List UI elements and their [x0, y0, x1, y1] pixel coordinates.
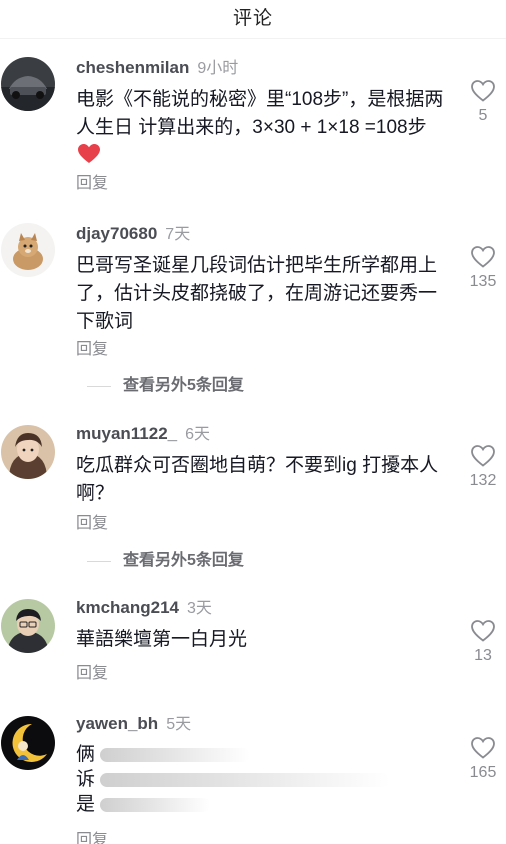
avatar[interactable]	[1, 599, 55, 653]
comment-item: kmchang214 3天 華語樂壇第一白月光 回复 13	[0, 597, 506, 687]
comment-item: cheshenmilan 9小时 电影《不能说的秘密》里“108步”，是根据两人生…	[0, 57, 506, 197]
comment-text-body: 巴哥写圣诞星几段词估计把毕生所学都用上了，估计头皮都挠破了，在周游记还要秀一下歌…	[76, 255, 438, 332]
comment-line: 俩	[76, 742, 446, 767]
avatar-car-image	[1, 57, 55, 111]
comment-text-body: 華語樂壇第一白月光	[76, 629, 248, 650]
comment-text-body: 吃瓜群众可否圈地自萌？不要到ig 打擾本人啊？	[76, 455, 439, 504]
blurred-text	[100, 772, 391, 787]
comment-time: 6天	[185, 426, 211, 443]
avatar[interactable]	[1, 57, 55, 111]
username[interactable]: yawen_bh	[76, 714, 158, 733]
page-title: 评论	[232, 8, 273, 29]
like-count: 135	[469, 273, 497, 290]
comment-item: yawen_bh 5天 俩 诉 是 回复 165	[0, 713, 506, 844]
view-more-replies-label[interactable]: 查看另外5条回复	[123, 375, 244, 397]
like-button[interactable]: 5	[460, 79, 506, 125]
comment-text: 華語樂壇第一白月光	[76, 626, 446, 654]
comment-meta: kmchang214 3天	[76, 597, 212, 619]
comment-text: 巴哥写圣诞星几段词估计把毕生所学都用上了，估计头皮都挠破了，在周游记还要秀一下歌…	[76, 252, 446, 336]
heart-outline-icon	[471, 620, 495, 642]
heart-outline-icon	[471, 80, 495, 102]
comment-meta: muyan1122_ 6天	[76, 423, 210, 445]
reply-button[interactable]: 回复	[76, 169, 108, 193]
avatar-moon-image	[1, 716, 55, 770]
header-divider	[0, 38, 506, 39]
username[interactable]: djay70680	[76, 224, 157, 243]
like-button[interactable]: 132	[460, 444, 506, 490]
avatar[interactable]	[1, 223, 55, 277]
comment-time: 3天	[187, 600, 212, 617]
comment-meta: djay70680 7天	[76, 223, 190, 245]
username[interactable]: kmchang214	[76, 598, 179, 617]
heart-outline-icon	[471, 246, 495, 268]
username[interactable]: muyan1122_	[76, 424, 177, 443]
comment-line-text: 俩	[76, 744, 96, 765]
comment-time: 9小时	[197, 60, 239, 77]
like-button[interactable]: 135	[460, 245, 506, 291]
comment-item: djay70680 7天 巴哥写圣诞星几段词估计把毕生所学都用上了，估计头皮都挠破…	[0, 223, 506, 363]
comment-text: 俩 诉 是	[76, 742, 446, 817]
avatar[interactable]	[1, 716, 55, 770]
divider-line	[87, 561, 111, 562]
comment-item: muyan1122_ 6天 吃瓜群众可否圈地自萌？不要到ig 打擾本人啊？ 回复 …	[0, 423, 506, 535]
heart-outline-icon	[471, 737, 495, 759]
view-more-replies-label[interactable]: 查看另外5条回复	[123, 550, 244, 572]
comment-meta: cheshenmilan 9小时	[76, 57, 238, 79]
comment-text: 吃瓜群众可否圈地自萌？不要到ig 打擾本人啊？	[76, 452, 446, 508]
comment-time: 7天	[165, 226, 191, 243]
comment-line: 诉	[76, 767, 446, 792]
comment-meta: yawen_bh 5天	[76, 713, 191, 735]
like-button[interactable]: 165	[460, 736, 506, 782]
comment-time: 5天	[166, 716, 192, 733]
divider-line	[87, 386, 111, 387]
comment-line-text: 是	[76, 794, 96, 815]
reply-button[interactable]: 回复	[76, 509, 108, 533]
comment-text: 电影《不能说的秘密》里“108步”，是根据两人生日 计算出来的，3×30 + 1…	[76, 86, 446, 173]
avatar-person-image	[1, 425, 55, 479]
comment-text-body: 电影《不能说的秘密》里“108步”，是根据两人生日 计算出来的，3×30 + 1…	[76, 89, 444, 138]
avatar-person-image	[1, 599, 55, 653]
like-count: 165	[469, 764, 497, 781]
avatar-dog-image	[1, 223, 55, 277]
avatar[interactable]	[1, 425, 55, 479]
like-count: 13	[474, 647, 492, 664]
heart-outline-icon	[471, 445, 495, 467]
blurred-text	[100, 797, 211, 812]
reply-button[interactable]: 回复	[76, 826, 108, 844]
like-button[interactable]: 13	[460, 619, 506, 665]
like-count: 132	[469, 472, 497, 489]
reply-button[interactable]: 回复	[76, 659, 108, 683]
comments-header: 评论	[0, 0, 506, 36]
like-count: 5	[478, 107, 488, 124]
view-more-replies[interactable]: 查看另外5条回复	[0, 375, 506, 397]
blurred-text	[100, 747, 251, 762]
view-more-replies[interactable]: 查看另外5条回复	[0, 550, 506, 572]
comment-line-text: 诉	[76, 769, 96, 790]
comment-line: 是	[76, 792, 446, 817]
username[interactable]: cheshenmilan	[76, 58, 189, 77]
reply-button[interactable]: 回复	[76, 335, 108, 359]
